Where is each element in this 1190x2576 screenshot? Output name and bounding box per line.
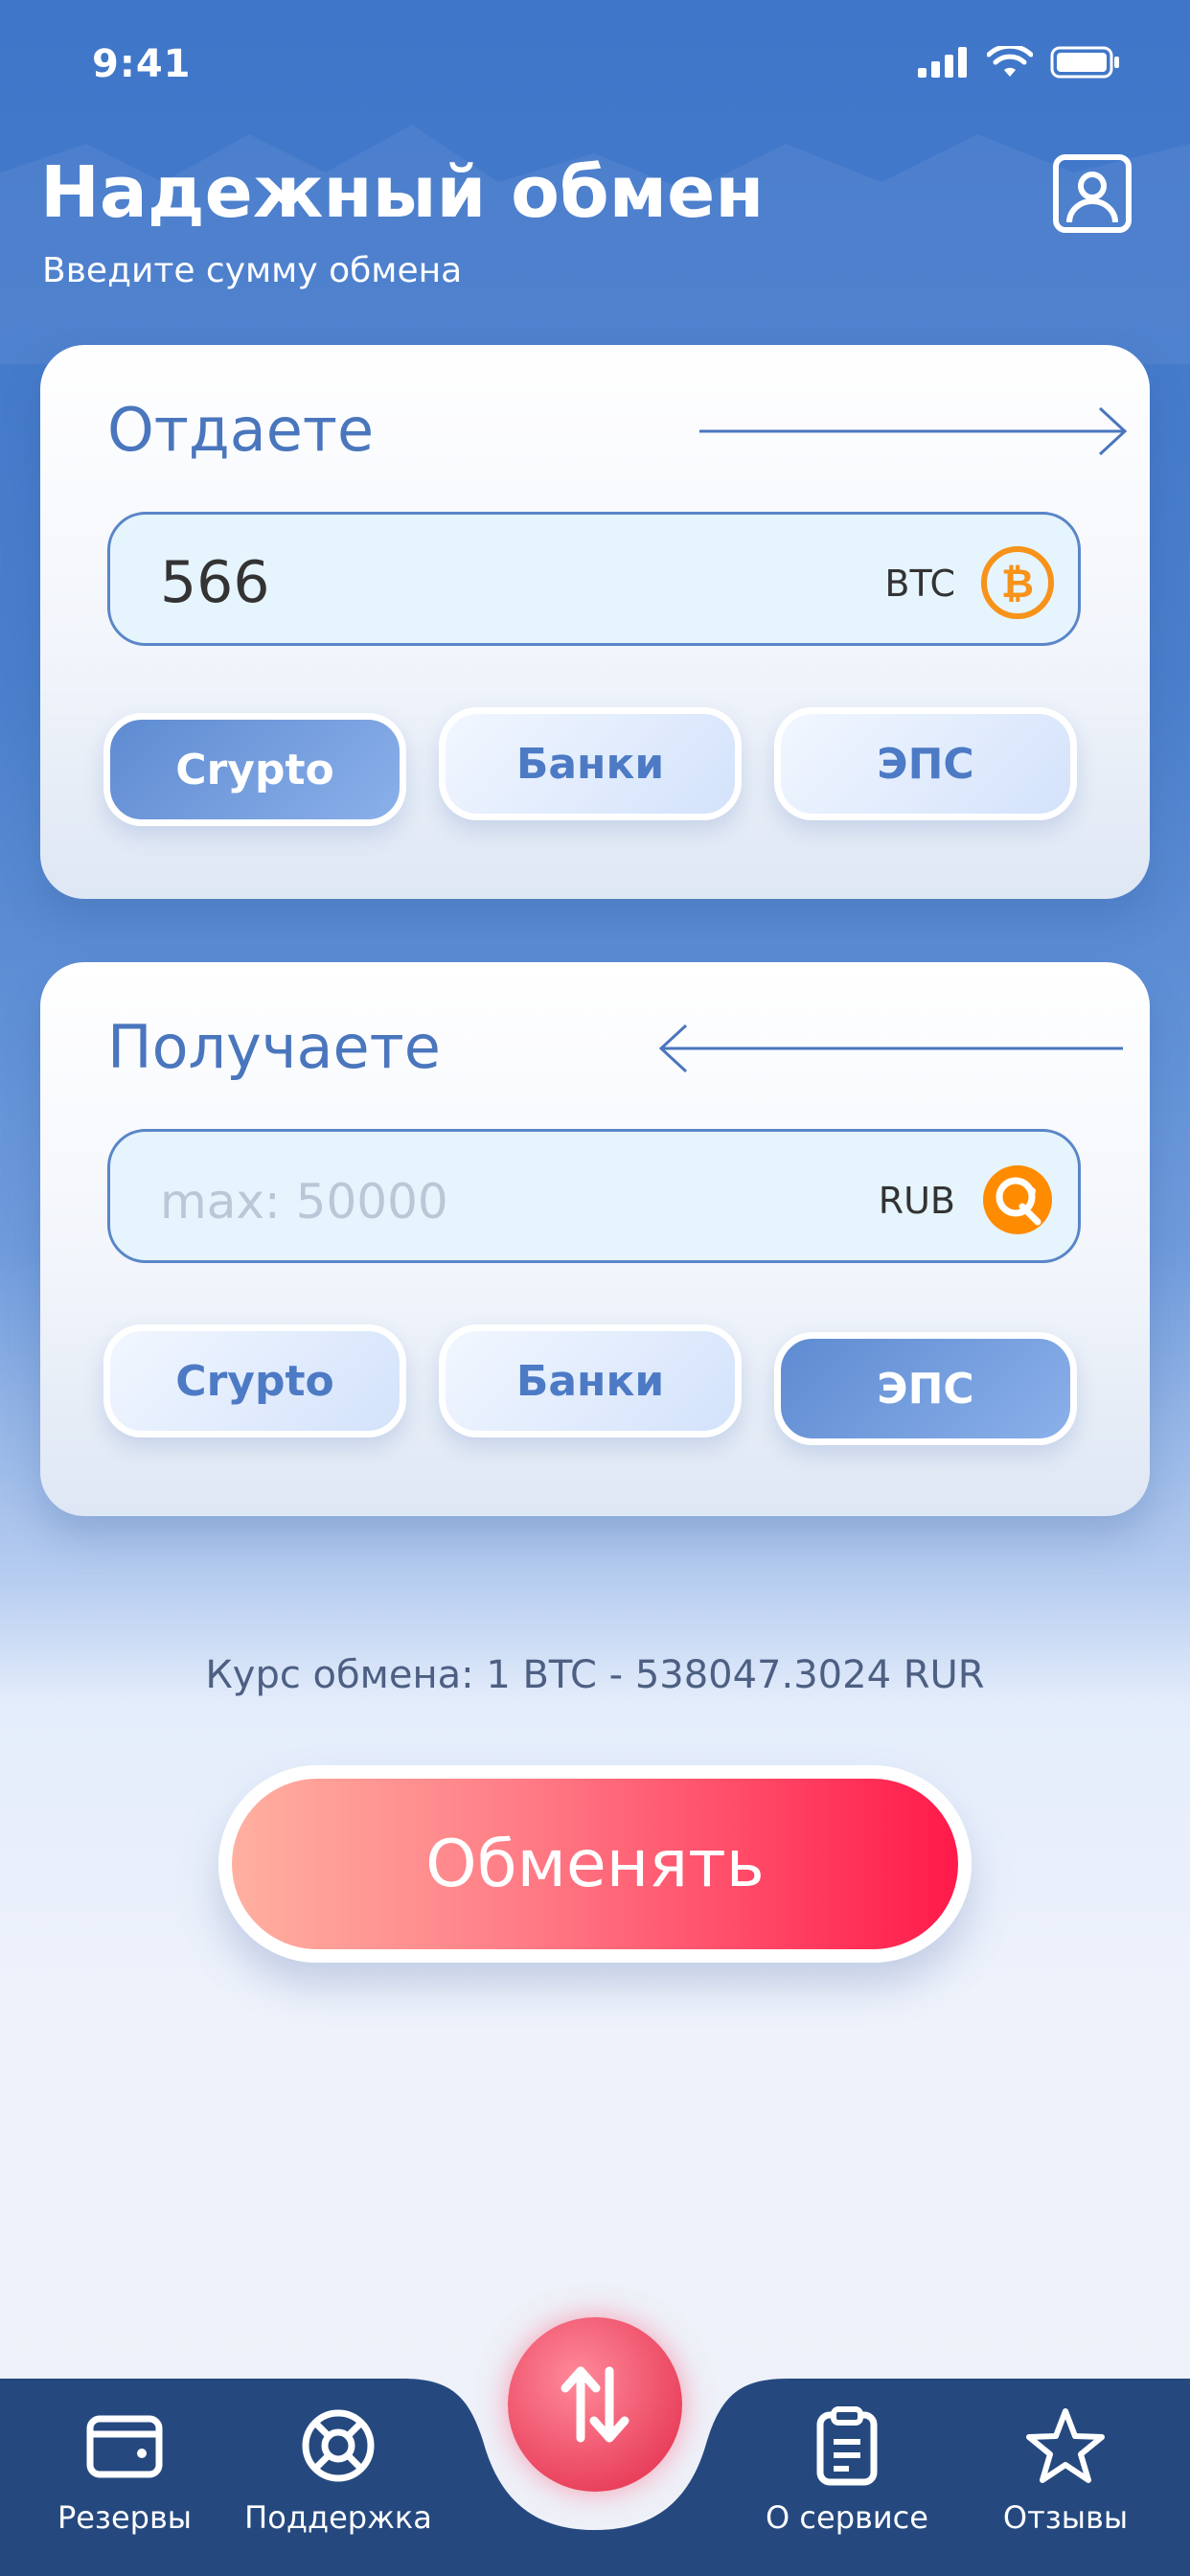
receive-currency-code: RUB xyxy=(878,1180,955,1222)
lifebuoy-icon xyxy=(302,2409,375,2482)
receive-card: Получаете max: 50000 RUB Crypto Банки ЭП… xyxy=(40,962,1150,1516)
receive-method-tabs: Crypto Банки ЭПС xyxy=(103,1324,1138,1449)
nav-reviews-label: Отзывы xyxy=(1002,2499,1129,2536)
battery-icon xyxy=(1050,46,1119,79)
swap-arrows-icon xyxy=(561,2366,629,2443)
give-tab-crypto[interactable]: Crypto xyxy=(103,713,406,826)
wallet-icon xyxy=(86,2415,163,2478)
receive-tab-eps[interactable]: ЭПС xyxy=(774,1332,1077,1445)
nav-support-label: Поддержка xyxy=(244,2499,432,2536)
receive-tab-crypto[interactable]: Crypto xyxy=(103,1324,406,1438)
signal-icon xyxy=(918,47,967,78)
wifi-icon xyxy=(987,46,1033,77)
receive-label: Получаете xyxy=(107,1012,441,1082)
give-method-tabs: Crypto Банки ЭПС xyxy=(103,707,1138,832)
status-bar: 9:41 xyxy=(0,0,1190,125)
give-amount-value[interactable]: 566 xyxy=(160,549,270,616)
receive-tab-banks[interactable]: Банки xyxy=(439,1324,742,1438)
give-tab-eps[interactable]: ЭПС xyxy=(774,707,1077,820)
give-currency-code: BTC xyxy=(884,563,955,605)
exchange-rate-text: Курс обмена: 1 BTC - 538047.3024 RUR xyxy=(205,1653,985,1697)
swap-button[interactable] xyxy=(508,2317,682,2492)
arrow-left-icon xyxy=(658,1024,1123,1073)
receive-amount-placeholder[interactable]: max: 50000 xyxy=(160,1174,448,1230)
receive-amount-field[interactable]: max: 50000 RUB xyxy=(107,1129,1081,1263)
give-label: Отдаете xyxy=(107,395,375,465)
give-amount-field[interactable]: 566 BTC ₿ xyxy=(107,512,1081,646)
nav-reviews[interactable]: Отзывы xyxy=(960,2405,1171,2536)
give-tab-banks[interactable]: Банки xyxy=(439,707,742,820)
nav-reserves-label: Резервы xyxy=(57,2499,193,2536)
clipboard-icon xyxy=(816,2406,878,2486)
bitcoin-icon: ₿ xyxy=(981,546,1054,619)
status-time: 9:41 xyxy=(92,42,192,86)
qiwi-icon xyxy=(983,1165,1052,1234)
exchange-button[interactable]: Обменять xyxy=(218,1765,972,1963)
page-subtitle: Введите сумму обмена xyxy=(42,251,463,290)
nav-about[interactable]: О сервисе xyxy=(742,2405,952,2536)
profile-card-icon[interactable] xyxy=(1052,153,1133,234)
page-title: Надежный обмен xyxy=(40,151,765,234)
nav-about-label: О сервисе xyxy=(766,2499,928,2536)
nav-reserves[interactable]: Резервы xyxy=(19,2405,230,2536)
star-icon xyxy=(1026,2408,1105,2483)
give-card: Отдаете 566 BTC ₿ Crypto Банки ЭПС xyxy=(40,345,1150,899)
arrow-right-icon xyxy=(699,406,1128,456)
svg-text:₿: ₿ xyxy=(1001,560,1034,607)
nav-support[interactable]: Поддержка xyxy=(233,2405,444,2536)
